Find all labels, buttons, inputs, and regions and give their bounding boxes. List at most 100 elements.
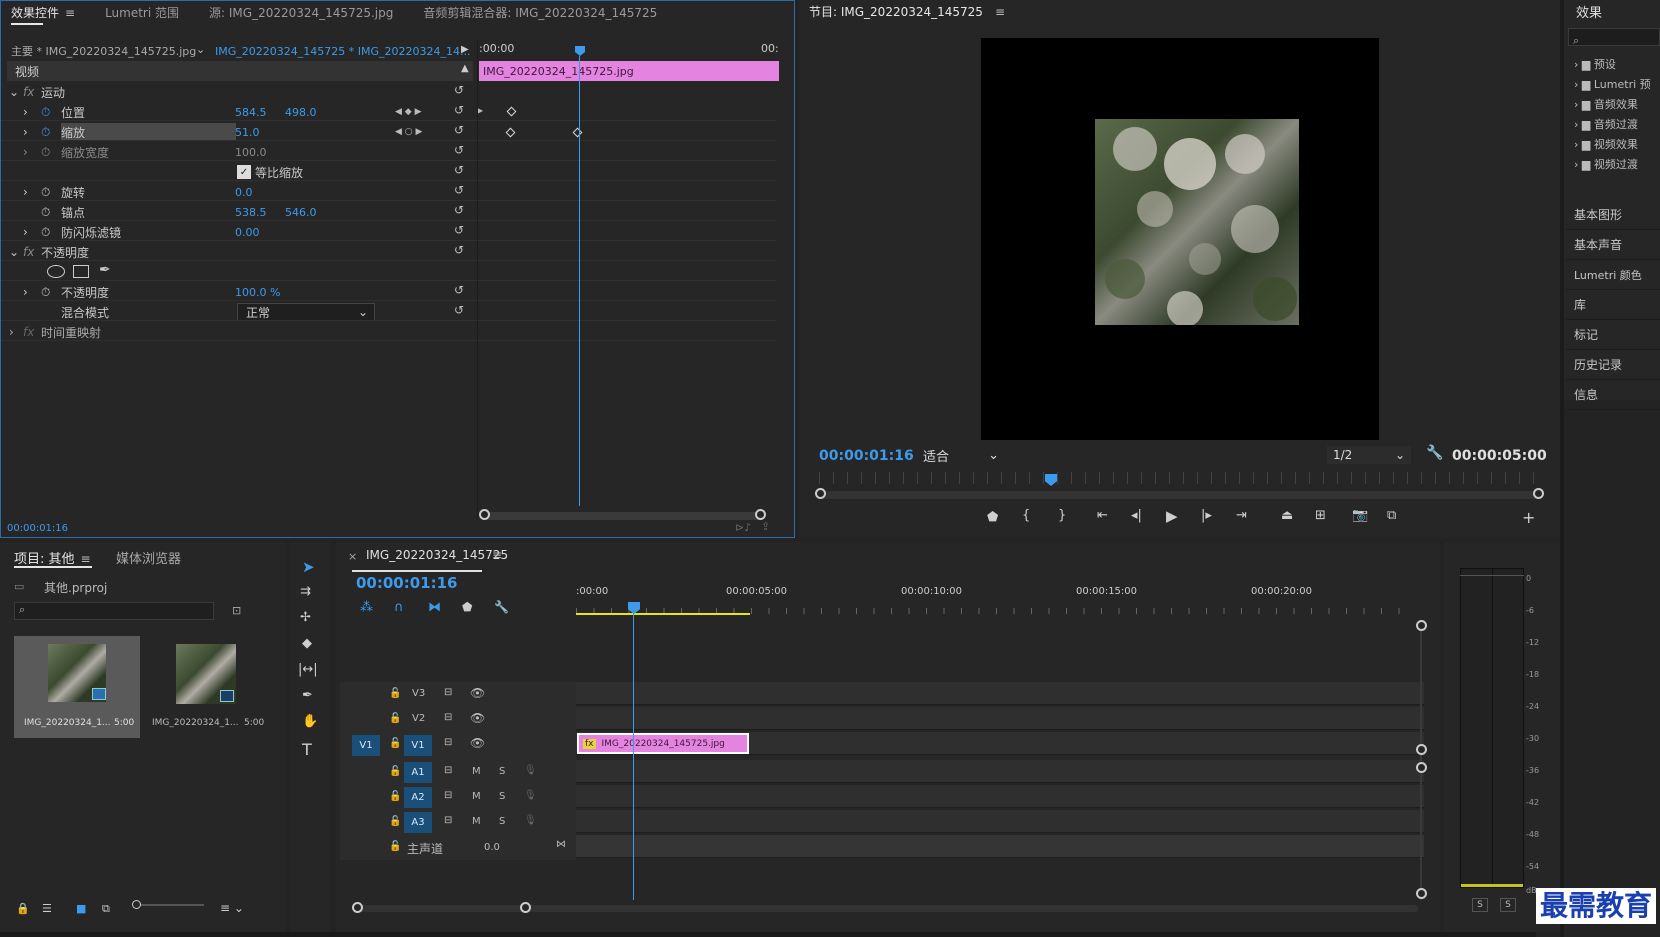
mark-in-icon[interactable]: { <box>1022 508 1030 523</box>
list-view-icon[interactable]: ☰ <box>42 902 52 915</box>
effects-item[interactable]: › ▆ 预设 <box>1574 56 1616 72</box>
mute-button[interactable]: M <box>472 791 481 802</box>
prop-value-x[interactable]: 538.5 <box>235 206 285 219</box>
ripple-edit-tool-icon[interactable]: ✢ <box>300 610 311 625</box>
tab-source[interactable]: 源: IMG_20220324_145725.jpg <box>209 4 393 21</box>
side-panel-essential-sound[interactable]: 基本声音 <box>1566 230 1660 260</box>
tab-lumetri-scopes[interactable]: Lumetri 范围 <box>105 4 179 21</box>
timeline-timecode[interactable]: 00:00:01:16 <box>356 574 458 592</box>
meter-solo-left[interactable]: S <box>1472 898 1488 912</box>
chevron-right-icon[interactable]: › <box>23 185 41 199</box>
scrollbar-handle-left[interactable] <box>352 902 363 913</box>
opacity-section-row[interactable]: ⌄ fx 不透明度 <box>9 242 475 262</box>
track-target-a2[interactable]: A2 <box>404 787 432 808</box>
play-icon[interactable]: ▶ <box>1166 507 1178 525</box>
scrollbar-handle-left[interactable] <box>815 488 826 499</box>
reset-icon[interactable]: ↺ <box>454 83 464 97</box>
mini-clip-bar[interactable]: IMG_20220324_145725.jpg <box>479 61 779 81</box>
slip-tool-icon[interactable]: |↔| <box>298 662 318 677</box>
comparison-view-icon[interactable]: ⧉ <box>1387 508 1396 523</box>
close-icon[interactable]: × <box>348 550 357 563</box>
chevron-down-icon[interactable]: ⌄ <box>9 245 23 259</box>
solo-button[interactable]: S <box>499 791 505 802</box>
selection-tool-icon[interactable]: ➤ <box>302 558 315 576</box>
prop-opacity-row[interactable]: › ⏱ 不透明度 100.0 % <box>23 282 475 302</box>
sync-lock-icon[interactable]: ⊟ <box>444 737 452 748</box>
blend-mode-select[interactable]: 正常 ⌄ <box>237 303 375 321</box>
pen-mask-icon[interactable]: ✒ <box>99 262 111 278</box>
time-remap-row[interactable]: › fx 时间重映射 <box>9 322 475 342</box>
step-forward-icon[interactable]: |▸ <box>1201 508 1212 523</box>
scrollbar-handle[interactable] <box>1416 620 1427 631</box>
lift-icon[interactable]: ⏏ <box>1281 508 1293 523</box>
effects-item[interactable]: › ▆ 音频效果 <box>1574 96 1638 112</box>
playback-resolution-select[interactable]: 1/2 ⌄ <box>1327 446 1411 464</box>
side-panel-libraries[interactable]: 库 <box>1566 290 1660 320</box>
lock-icon[interactable]: 🔒 <box>16 902 30 915</box>
export-frame-icon[interactable]: 📷 <box>1352 508 1368 523</box>
timeline-clip-v1[interactable]: fx IMG_20220324_145725.jpg <box>577 733 749 754</box>
mark-out-icon[interactable]: } <box>1058 508 1066 523</box>
program-ruler-ticks[interactable] <box>819 472 1539 484</box>
filter-icon[interactable]: ⊳♪ <box>735 521 751 534</box>
keyframe-nav-icon[interactable]: ◀ ○ ▶ <box>395 127 422 137</box>
linked-selection-icon[interactable]: ⧓ <box>428 600 441 615</box>
extract-icon[interactable]: ⊞ <box>1315 508 1326 523</box>
lock-icon[interactable]: 🔓 <box>389 738 401 749</box>
timeline-horizontal-scrollbar[interactable] <box>358 905 1418 912</box>
scrollbar-handle-right[interactable] <box>520 902 531 913</box>
effects-item[interactable]: › ▆ 视频效果 <box>1574 136 1638 152</box>
menu-icon[interactable]: ≡ <box>492 548 502 562</box>
lock-icon[interactable]: 🔓 <box>389 791 401 802</box>
play-arrow-icon[interactable]: ▶ <box>461 44 469 55</box>
effects-item[interactable]: › ▆ 视频过渡 <box>1574 156 1638 172</box>
prop-anchor-row[interactable]: ⏱ 锚点 538.5 546.0 <box>23 202 475 222</box>
side-panel-essential-graphics[interactable]: 基本图形 <box>1566 200 1660 230</box>
pen-tool-icon[interactable]: ✒ <box>302 688 313 703</box>
timeline-vertical-scrollbar[interactable] <box>1420 620 1422 900</box>
keyframe-diamond[interactable] <box>572 127 583 138</box>
add-marker-icon[interactable]: ⬟ <box>987 510 998 525</box>
solo-button[interactable]: S <box>499 816 505 827</box>
effects-item[interactable]: › ▆ Lumetri 预 <box>1574 76 1651 92</box>
project-search-input[interactable]: ⌕ <box>14 602 214 620</box>
reset-icon[interactable]: ↺ <box>454 223 464 237</box>
track-v2-lane[interactable] <box>576 707 1424 730</box>
lock-icon[interactable]: 🔓 <box>389 816 401 827</box>
zoom-slider-handle[interactable] <box>132 900 141 909</box>
lock-icon[interactable]: 🔓 <box>389 841 401 852</box>
prop-position-row[interactable]: › ⏱ 位置 584.5 498.0 ◀ ◆ ▶ <box>23 102 475 122</box>
sync-lock-icon[interactable]: ⊟ <box>444 712 452 723</box>
tab-project[interactable]: 项目: 其他 ≡ <box>14 548 91 567</box>
sync-lock-icon[interactable]: ⊟ <box>444 765 452 776</box>
side-panel-markers[interactable]: 标记 <box>1566 320 1660 350</box>
track-a3-lane[interactable] <box>576 810 1424 833</box>
prop-scale-width-row[interactable]: › ⏱ 缩放宽度 100.0 <box>23 142 475 162</box>
microphone-icon[interactable]: 🎙 <box>524 790 537 801</box>
prop-scale-row[interactable]: › ⏱ 缩放 51.0 ◀ ○ ▶ <box>23 122 475 142</box>
button-editor-add-icon[interactable]: + <box>1522 508 1535 527</box>
freeform-view-icon[interactable]: ⧉ <box>102 902 110 916</box>
effects-search-input[interactable]: ⌕ <box>1568 28 1660 47</box>
scrollbar-handle[interactable] <box>1416 744 1427 755</box>
go-to-next-icon[interactable]: ⋈ <box>556 839 566 850</box>
motion-row[interactable]: ⌄ fx 运动 <box>9 82 475 102</box>
prop-anti-flicker-row[interactable]: › ⏱ 防闪烁滤镜 0.00 <box>23 222 475 242</box>
nest-icon[interactable]: ⁂ <box>360 600 373 615</box>
chevron-down-icon[interactable]: ⌄ <box>196 43 205 56</box>
stopwatch-icon[interactable]: ⏱ <box>41 185 61 200</box>
effects-item[interactable]: › ▆ 音频过渡 <box>1574 116 1638 132</box>
program-zoom-scrollbar[interactable] <box>821 491 1537 499</box>
menu-icon[interactable]: ≡ <box>65 6 75 20</box>
chevron-right-icon[interactable]: › <box>23 145 41 159</box>
track-target-v1[interactable]: V1 <box>404 735 432 756</box>
uniform-scale-row[interactable]: ✓ 等比缩放 <box>237 162 303 182</box>
sync-lock-icon[interactable]: ⊟ <box>444 790 452 801</box>
master-clip-label[interactable]: 主要 * IMG_20220324_145725.jpg <box>11 41 196 61</box>
timeline-ruler[interactable]: :00:00 00:00:05:00 00:00:10:00 00:00:15:… <box>576 582 1416 604</box>
source-patch-v1[interactable]: V1 <box>352 735 380 756</box>
chevron-down-icon[interactable]: ⌄ <box>9 85 23 99</box>
reset-icon[interactable]: ↺ <box>454 243 464 257</box>
chevron-right-icon[interactable]: › <box>23 105 41 119</box>
master-volume-value[interactable]: 0.0 <box>484 842 500 853</box>
